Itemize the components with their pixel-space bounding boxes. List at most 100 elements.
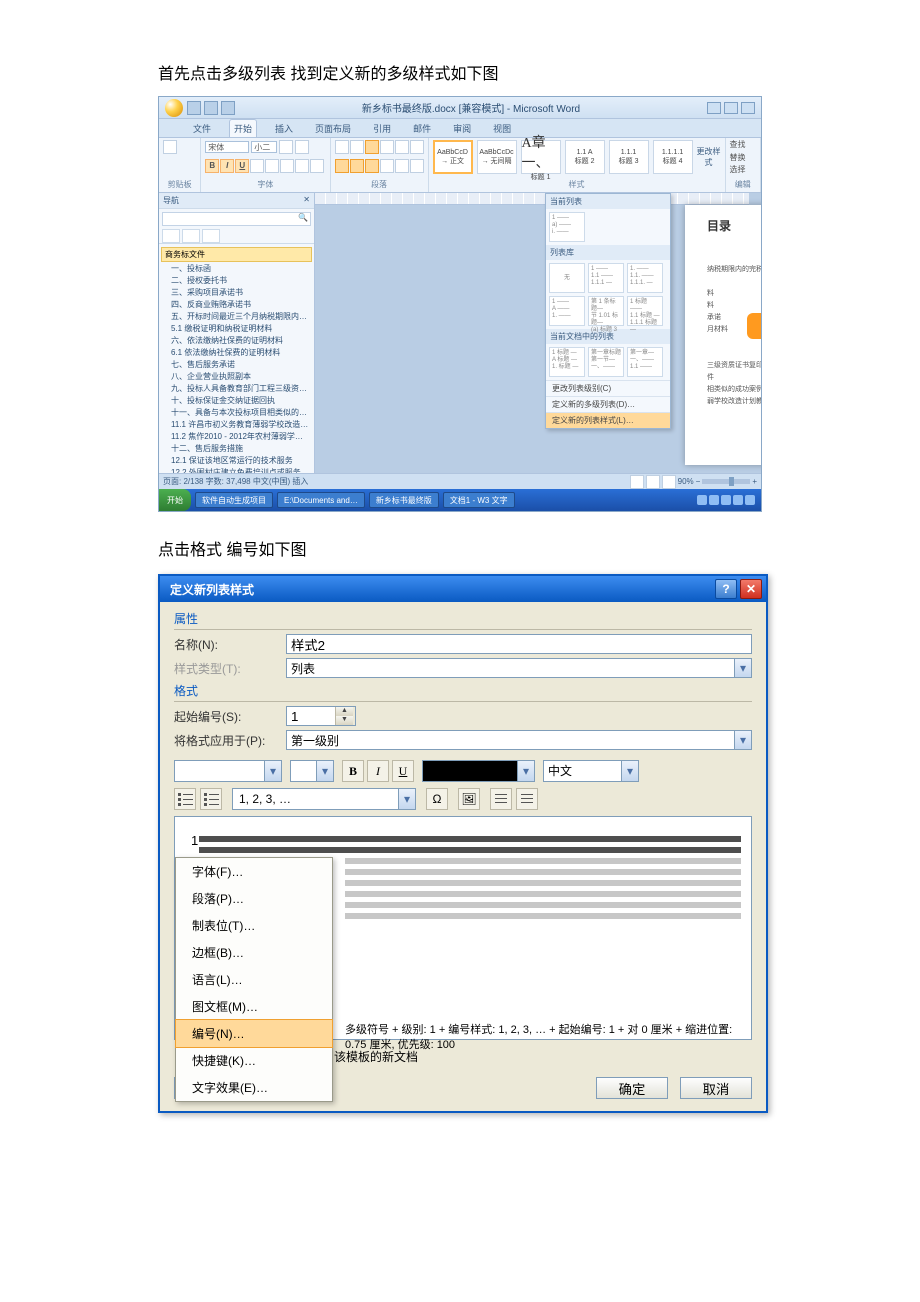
list-thumb[interactable]: 1 ——a) ——i. —— [549, 212, 585, 242]
menu-numbering[interactable]: 编号(N)… [175, 1019, 333, 1048]
nav-item[interactable]: 十二、售后服务措施 [159, 443, 314, 455]
taskbar-item[interactable]: E:\Documents and… [277, 492, 365, 508]
font-color-button[interactable] [310, 159, 324, 173]
list-thumb[interactable]: 1 标题 ——1.1 标题 —1.1.1 标题— [627, 296, 663, 326]
numbering-button[interactable] [350, 140, 364, 154]
taskbar-item[interactable]: 文档1 - W3 文字 [443, 492, 515, 508]
start-spinner[interactable]: ▲▼ [286, 706, 356, 726]
change-styles-button[interactable]: 更改样式 [697, 146, 721, 168]
bold-button[interactable]: B [342, 760, 364, 782]
zoom-value[interactable]: 90% [678, 477, 694, 486]
nav-item[interactable]: 12.2 外围村庄建立免费培训点或服务 [159, 467, 314, 473]
list-thumb-none[interactable]: 无 [549, 263, 585, 293]
tab-references[interactable]: 引用 [369, 120, 395, 137]
align-left-button[interactable] [335, 159, 349, 173]
qat-save-icon[interactable] [187, 101, 201, 115]
nav-item[interactable]: 商务标文件 [161, 247, 312, 262]
nav-item[interactable]: 一、投标函 [159, 263, 314, 275]
nav-item[interactable]: 六、依法缴纳社保费的证明材料 [159, 335, 314, 347]
menu-language[interactable]: 语言(L)… [176, 966, 332, 993]
zoom-slider[interactable] [702, 479, 750, 484]
increase-indent-button[interactable] [516, 788, 538, 810]
nav-item[interactable]: 七、售后服务承诺 [159, 359, 314, 371]
zoom-in-icon[interactable]: + [752, 477, 757, 486]
define-new-multilevel[interactable]: 定义新的多级列表(D)… [546, 396, 670, 412]
font-size-combo[interactable]: 小二 [251, 141, 277, 153]
start-button[interactable]: 开始 [159, 489, 191, 511]
spin-up-icon[interactable]: ▲ [335, 707, 353, 716]
list-thumb[interactable]: 第一章标题第一节—一、—— [588, 347, 624, 377]
menu-border[interactable]: 边框(B)… [176, 939, 332, 966]
italic-button[interactable]: I [367, 760, 389, 782]
name-input[interactable] [286, 634, 752, 654]
nav-item[interactable]: 6.1 依法缴纳社保费的证明材料 [159, 347, 314, 359]
apply-combo[interactable]: 第一级别▾ [286, 730, 752, 750]
nav-item[interactable]: 八、企业营业执照副本 [159, 371, 314, 383]
nav-item[interactable]: 三、采购项目承诺书 [159, 287, 314, 299]
tab-pagelayout[interactable]: 页面布局 [311, 120, 355, 137]
symbol-button[interactable]: Ω [426, 788, 448, 810]
multilevel-list-button[interactable] [365, 140, 379, 154]
view-print-icon[interactable] [630, 475, 644, 489]
style-normal[interactable]: AaBbCcD→ 正文 [433, 140, 473, 174]
nav-close-icon[interactable]: ✕ [303, 195, 310, 206]
tab-file[interactable]: 文件 [189, 120, 215, 137]
cancel-button[interactable]: 取消 [680, 1077, 752, 1099]
nav-item[interactable]: 5.1 缴税证明和纳税证明材料 [159, 323, 314, 335]
align-right-button[interactable] [365, 159, 379, 173]
underline-button[interactable]: U [235, 159, 249, 173]
list-thumb[interactable]: 1 ——1.1 ——1.1.1 — [588, 263, 624, 293]
subscript-button[interactable] [265, 159, 279, 173]
nav-item[interactable]: 五、开标时间最近三个月纳税期限内的纳… [159, 311, 314, 323]
zoom-out-icon[interactable]: − [696, 477, 701, 486]
dialog-help-icon[interactable]: ? [715, 579, 737, 599]
highlight-button[interactable] [295, 159, 309, 173]
strike-button[interactable] [250, 159, 264, 173]
font-color-combo[interactable]: ▾ [422, 760, 535, 782]
view-web-icon[interactable] [662, 475, 676, 489]
list-thumb[interactable]: 第 1 条标题—节 1.01 标题—(a) 标题 3— [588, 296, 624, 326]
picture-button[interactable]: 🖼 [458, 788, 480, 810]
list-thumb[interactable]: 1 标题 —A 标题 —1. 标题 — [549, 347, 585, 377]
italic-button[interactable]: I [220, 159, 234, 173]
qat-redo-icon[interactable] [221, 101, 235, 115]
language-combo[interactable]: 中文▾ [543, 760, 639, 782]
grow-font-icon[interactable] [279, 140, 293, 154]
align-center-button[interactable] [350, 159, 364, 173]
taskbar-item[interactable]: 软件自动生成项目 [195, 492, 273, 508]
style-h3[interactable]: 1.1.1标题 3 [609, 140, 649, 174]
sort-button[interactable] [410, 140, 424, 154]
tab-mailings[interactable]: 邮件 [409, 120, 435, 137]
font-name-combo[interactable]: 宋体 [205, 141, 249, 153]
qat-undo-icon[interactable] [204, 101, 218, 115]
close-icon[interactable] [741, 102, 755, 114]
bulleted-list-icon[interactable] [200, 788, 222, 810]
menu-shortcut[interactable]: 快捷键(K)… [176, 1047, 332, 1074]
tab-review[interactable]: 审阅 [449, 120, 475, 137]
decrease-indent-button[interactable] [490, 788, 512, 810]
office-orb-icon[interactable] [165, 99, 183, 117]
nav-outline[interactable]: 商务标文件 一、投标函 二、授权委托书 三、采购项目承诺书 四、反商业贿赂承诺书… [159, 244, 314, 473]
define-new-list-style[interactable]: 定义新的列表样式(L)… [546, 412, 670, 428]
start-input[interactable] [287, 707, 335, 725]
select-button[interactable]: 选择 [730, 165, 746, 174]
style-h1[interactable]: A章 一、标题 1 [521, 140, 561, 174]
tab-insert[interactable]: 插入 [271, 120, 297, 137]
spin-down-icon[interactable]: ▼ [335, 716, 353, 725]
list-thumb[interactable]: 第一章—一、——1.1 —— [627, 347, 663, 377]
paste-icon[interactable] [163, 140, 177, 154]
taskbar-item[interactable]: 新乡标书最终版 [369, 492, 439, 508]
decrease-indent-button[interactable] [380, 140, 394, 154]
underline-button[interactable]: U [392, 760, 414, 782]
shrink-font-icon[interactable] [295, 140, 309, 154]
help-tab-icon[interactable] [747, 313, 761, 339]
chevron-down-icon[interactable]: ▾ [518, 760, 535, 782]
nav-item[interactable]: 十一、具备与本次投标项目相类似的成功案例 [159, 407, 314, 419]
numbered-list-icon[interactable] [174, 788, 196, 810]
line-spacing-button[interactable] [395, 159, 409, 173]
change-list-level[interactable]: 更改列表级别(C) [546, 380, 670, 396]
superscript-button[interactable] [280, 159, 294, 173]
horizontal-ruler[interactable] [315, 193, 749, 205]
minimize-icon[interactable] [707, 102, 721, 114]
list-thumb[interactable]: 1 ——A ——1. —— [549, 296, 585, 326]
